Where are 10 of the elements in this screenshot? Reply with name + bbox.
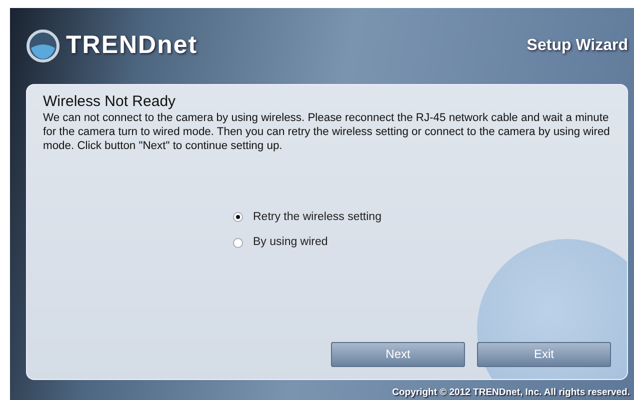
radio-button[interactable]	[233, 212, 243, 222]
brand-logo: TRENDnet	[66, 30, 198, 62]
option-label[interactable]: By using wired	[253, 234, 328, 252]
radio-button[interactable]	[233, 238, 243, 248]
panel-message: We can not connect to the camera by using wireless. Please reconnect the RJ-45 network cable and wait a minute for the camera turn to wired mode. Then you can retry the wireless setting or connect to the camera by using wired mode. Click button "Next" to continue setting up.	[43, 110, 611, 153]
panel-heading: Wireless Not Ready	[43, 92, 177, 111]
copyright-text: Copyright © 2012 TRENDnet, Inc. All rights reserved.	[392, 386, 630, 398]
window-title: Setup Wizard	[526, 36, 628, 56]
logo-icon	[26, 28, 60, 63]
option-label[interactable]: Retry the wireless setting	[253, 208, 382, 226]
